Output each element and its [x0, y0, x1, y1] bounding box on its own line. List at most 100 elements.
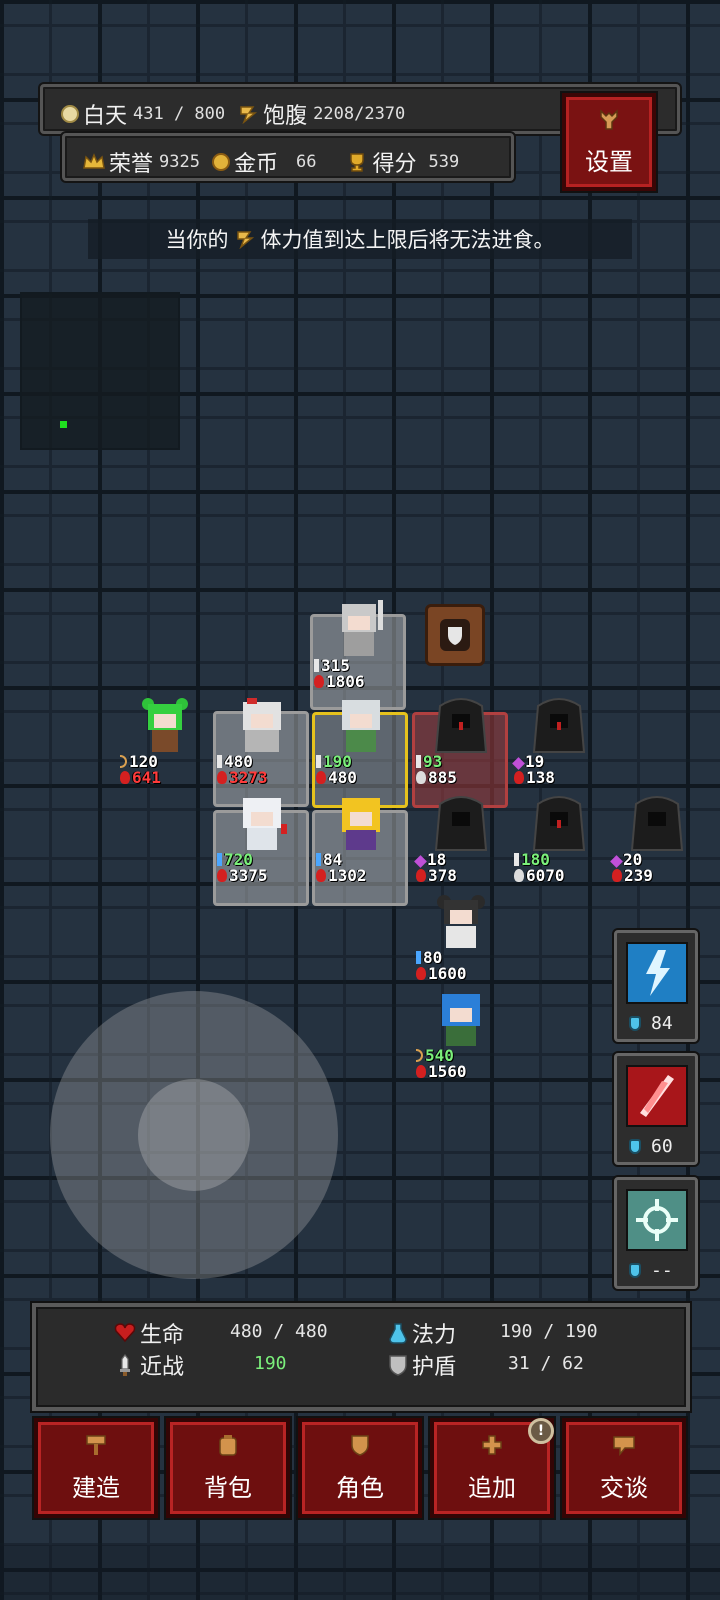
white-hair-mage-sprite — [243, 798, 287, 850]
unit-health: 1600 — [416, 966, 467, 982]
character-label: 角色 — [336, 1473, 384, 1502]
hp-label: 生命 — [140, 1323, 185, 1348]
hud-bottom-panel: 荣誉 9325 金币 66 得分 539 — [62, 133, 514, 181]
heart-icon — [114, 1323, 136, 1343]
hooded-reaper-sprite — [434, 796, 488, 851]
unit-health: 3273 — [217, 770, 268, 786]
hooded-reaper-sprite — [630, 796, 684, 851]
staff-icon — [416, 951, 421, 964]
mp-label: 法力 — [412, 1323, 457, 1348]
hint-prefix: 当你的 — [165, 228, 229, 252]
unit-twin-tail-girl[interactable]: 80 1600 — [412, 890, 508, 986]
unit-green-archer[interactable]: 120 641 — [116, 694, 212, 790]
hp-value: 480 / 480 — [230, 1321, 328, 1342]
hooded-reaper-sprite — [532, 796, 586, 851]
heart-icon — [120, 771, 130, 784]
unit-reaper[interactable]: 93 885 — [412, 694, 508, 790]
white-knight-sprite — [243, 698, 281, 752]
shield-label: 护盾 — [412, 1355, 457, 1380]
satiety-icon — [235, 229, 255, 249]
character-button[interactable]: 角色 — [298, 1418, 422, 1518]
hint-banner: 当你的 体力值到达上限后将无法进食。 — [88, 219, 632, 259]
shield-value: 31 / 62 — [508, 1353, 584, 1374]
melee-label: 近战 — [140, 1355, 185, 1380]
skill-lightning[interactable]: 84 — [614, 930, 698, 1042]
mana-potion-icon — [629, 1016, 641, 1031]
honor-label: 荣誉 — [109, 152, 154, 177]
unit-reaper[interactable]: 18 378 — [412, 792, 508, 888]
hooded-reaper-sprite — [532, 698, 586, 753]
build-button[interactable]: 建造 — [34, 1418, 158, 1518]
sword-icon — [316, 755, 321, 768]
gem-icon — [414, 855, 427, 868]
heart-icon — [316, 869, 326, 882]
heart-icon — [217, 869, 227, 882]
satiety-icon — [237, 103, 259, 125]
notification-badge: ! — [528, 1418, 554, 1444]
unit-health: 239 — [612, 868, 653, 884]
sword-icon — [314, 659, 319, 672]
satiety-label: 饱腹 — [263, 104, 308, 129]
bottom-floor-strip — [0, 1545, 720, 1600]
staff-icon — [217, 853, 222, 866]
backpack-button[interactable]: 背包 — [166, 1418, 290, 1518]
backpack-icon — [216, 1434, 240, 1460]
sword-icon — [416, 755, 421, 768]
shield-scroll-item[interactable] — [425, 604, 485, 666]
unit-white-knight[interactable]: 480 3273 — [213, 694, 309, 790]
skill-cost: -- — [651, 1260, 673, 1281]
unit-white-mage[interactable]: 720 3375 — [213, 792, 309, 888]
heart-icon — [612, 869, 622, 882]
twin-tail-girl-sprite — [437, 895, 485, 948]
gold-label: 金币 — [233, 152, 278, 177]
unit-reaper[interactable]: 19 138 — [510, 694, 606, 790]
heart-icon — [316, 771, 326, 784]
mana-potion-icon — [629, 1263, 641, 1278]
gem-icon — [512, 757, 525, 770]
unit-health: 378 — [416, 868, 457, 884]
gem-icon — [610, 855, 623, 868]
armored-knight-sprite — [342, 600, 383, 656]
settings-label: 设置 — [585, 147, 633, 176]
melee-value: 190 — [254, 1353, 287, 1374]
blue-hair-archer-sprite — [442, 994, 480, 1046]
day-value: 431 / 800 — [133, 104, 226, 124]
unit-blue-archer[interactable]: 540 1560 — [412, 988, 508, 1084]
unit-reaper[interactable]: 180 6070 — [510, 792, 606, 888]
blonde-mage-sprite — [342, 798, 380, 850]
hp-stat: 生命 — [114, 1317, 184, 1349]
unit-health: 3375 — [217, 868, 268, 884]
backpack-label: 背包 — [204, 1473, 252, 1502]
skill-target[interactable]: -- — [614, 1177, 698, 1289]
bow-icon — [120, 755, 127, 768]
crosshair-icon — [626, 1189, 688, 1251]
unit-reaper[interactable]: 20 239 — [608, 792, 704, 888]
minimap-player-marker — [60, 421, 67, 428]
speech-bubble-icon — [612, 1434, 636, 1460]
crown-icon — [83, 151, 105, 173]
gold-value: 66 — [295, 152, 317, 172]
unit-health: 885 — [416, 770, 457, 786]
player-stats-panel: 生命 480 / 480 法力 190 / 190 近战 190 护盾 31 /… — [32, 1303, 690, 1411]
unit-blonde-mage[interactable]: 84 1302 — [312, 792, 408, 888]
satiety-value: 2208/2370 — [313, 104, 406, 124]
unit-player[interactable]: 190 480 — [312, 694, 408, 790]
talk-button[interactable]: 交谈 — [562, 1418, 686, 1518]
build-label: 建造 — [72, 1473, 120, 1502]
score-label: 得分 — [372, 152, 417, 177]
sword-icon — [514, 853, 519, 866]
unit-knight-top[interactable]: 315 1806 — [310, 598, 406, 694]
mp-value: 190 / 190 — [500, 1321, 598, 1342]
skull-icon — [416, 771, 426, 784]
heart-icon — [416, 869, 426, 882]
staff-icon — [316, 853, 321, 866]
skill-slash[interactable]: 60 — [614, 1053, 698, 1165]
score-value: 539 — [428, 152, 460, 172]
unit-health: 138 — [514, 770, 555, 786]
minimap[interactable] — [20, 292, 180, 450]
virtual-joystick-thumb[interactable] — [138, 1079, 250, 1191]
trophy-icon — [346, 151, 368, 173]
settings-button[interactable]: 设置 — [562, 93, 656, 191]
skull-icon — [514, 869, 524, 882]
honor-value: 9325 — [159, 152, 200, 172]
